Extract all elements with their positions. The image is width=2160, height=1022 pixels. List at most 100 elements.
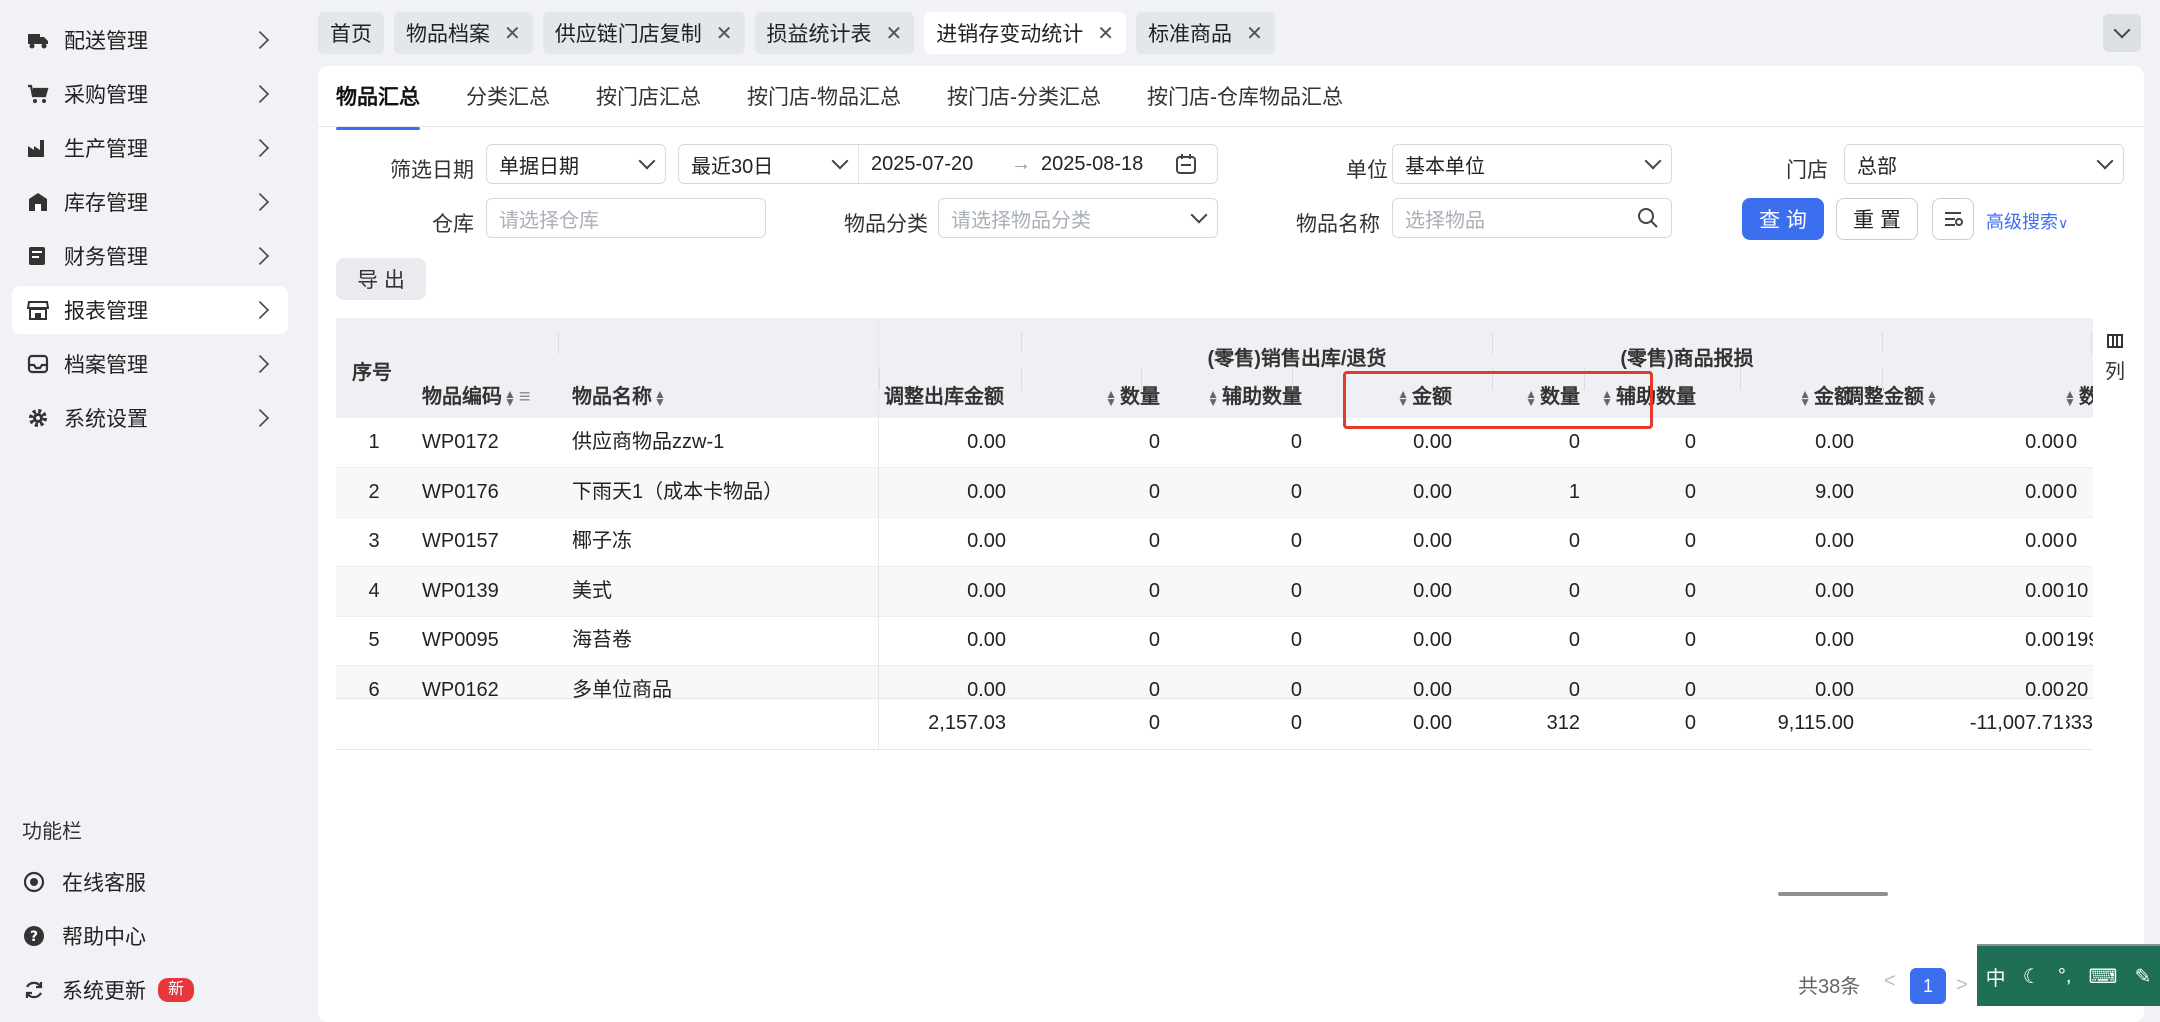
utility-item[interactable]: 系统更新新 xyxy=(22,973,195,1007)
sidebar-item[interactable]: 档案管理 xyxy=(12,340,288,388)
refresh-icon xyxy=(22,978,46,1002)
page-tab[interactable]: 物品档案 ✕ xyxy=(394,12,533,54)
sidebar-item[interactable]: 系统设置 xyxy=(12,394,288,442)
header-divider xyxy=(1740,368,1741,390)
sidebar-item[interactable]: 库存管理 xyxy=(12,178,288,226)
category-select[interactable]: 请选择物品分类 xyxy=(938,198,1218,238)
sidebar-item[interactable]: 生产管理 xyxy=(12,124,288,172)
col-header-damage-amount[interactable]: ▲ ▼ 金额 xyxy=(1726,380,1854,409)
export-button[interactable]: 导 出 xyxy=(336,258,426,300)
chevron-right-icon xyxy=(250,300,270,320)
next-page-icon[interactable]: > xyxy=(1956,974,1968,997)
table-row[interactable]: 3 WP0157 椰子冻 0.00 0 0 0.00 0 0 0.00 0.00 0 xyxy=(336,517,2093,567)
utility-item[interactable]: ? 帮助中心 xyxy=(22,919,146,953)
sidebar-item[interactable]: 配送管理 xyxy=(12,16,288,64)
summary-row: 2,157.03 0 0 0.00 312 0 9,115.00 -11,007… xyxy=(336,698,2093,750)
date-range-picker[interactable]: 最近30日 2025-07-20 → 2025-08-18 xyxy=(678,144,1218,184)
table-cell-c4: 0.00 xyxy=(1413,480,1452,503)
query-button[interactable]: 查 询 xyxy=(1742,198,1824,240)
item-name-input[interactable]: 选择物品 xyxy=(1392,198,1672,238)
col-header-label: 调整金额 xyxy=(1844,386,1924,408)
utility-item[interactable]: 在线客服 xyxy=(22,865,146,899)
page-tab[interactable]: 标准商品 ✕ xyxy=(1136,12,1275,54)
page-tab[interactable]: 首页 xyxy=(318,12,384,54)
table-row[interactable]: 4 WP0139 美式 0.00 0 0 0.00 0 0 0.00 0.00 10 xyxy=(336,566,2093,617)
close-icon[interactable]: ✕ xyxy=(716,21,733,46)
table-cell-c3: 0 xyxy=(1290,480,1302,503)
table-cell-c7: 0.00 xyxy=(1815,579,1854,602)
col-header-sales-aux-qty[interactable]: ▲ ▼ 辅助数量 xyxy=(1176,380,1302,409)
col-header-name[interactable]: 物品名称 ▲ ▼ xyxy=(572,380,669,409)
date-type-select[interactable]: 单据日期 xyxy=(486,144,666,184)
sum-next-qty: 93.8333333 xyxy=(2066,712,2093,734)
sort-icon[interactable]: ▲ ▼ xyxy=(1207,388,1219,408)
table-row[interactable]: 6 WP0162 多单位商品 0.00 0 0 0.00 0 0 0.00 0.00 20 xyxy=(336,665,2093,699)
sidebar-item[interactable]: 财务管理 xyxy=(12,232,288,280)
tabs-dropdown-button[interactable] xyxy=(2103,14,2141,52)
page-tab[interactable]: 进销存变动统计 ✕ xyxy=(924,12,1127,54)
ime-toolbar[interactable]: 中 ☾ °, ⌨ ✎ xyxy=(1977,946,2160,1006)
col-header-sales-qty[interactable]: ▲ ▼ 数量 xyxy=(1076,380,1160,409)
chevron-down-icon xyxy=(831,152,849,170)
table-cell-c4: 0.00 xyxy=(1413,678,1452,699)
sort-icon[interactable]: ▲ ▼ xyxy=(1926,388,1938,408)
wrench-icon[interactable]: ✎ xyxy=(2135,964,2152,989)
page-tab[interactable]: 损益统计表 ✕ xyxy=(754,12,915,54)
range-preset-select[interactable]: 最近30日 xyxy=(679,145,859,183)
close-icon[interactable]: ✕ xyxy=(886,21,903,46)
sidebar-item-label: 档案管理 xyxy=(64,354,148,377)
page-tab[interactable]: 供应链门店复制 ✕ xyxy=(542,12,745,54)
table-cell-c6: 0 xyxy=(1684,530,1696,552)
sort-icon[interactable]: ▲ ▼ xyxy=(2064,388,2076,408)
report-subtab[interactable]: 按门店-分类汇总 xyxy=(947,84,1101,130)
sidebar-item[interactable]: 报表管理 xyxy=(12,286,288,334)
columns-button[interactable]: 列 xyxy=(2095,318,2135,398)
prev-page-icon[interactable]: < xyxy=(1884,970,1896,993)
col-header-code[interactable]: 物品编码 ▲ ▼ ≡ xyxy=(422,380,531,409)
report-subtab[interactable]: 按门店-仓库物品汇总 xyxy=(1147,84,1343,130)
moon-icon[interactable]: ☾ xyxy=(2023,964,2041,989)
date-end[interactable]: 2025-08-18 xyxy=(1041,153,1171,176)
sidebar-item[interactable]: 采购管理 xyxy=(12,70,288,118)
sort-icon[interactable]: ▲ ▼ xyxy=(1105,388,1117,408)
close-icon[interactable]: ✕ xyxy=(504,21,521,46)
table-cell-seq: 5 xyxy=(368,629,380,651)
search-icon[interactable] xyxy=(1637,207,1659,229)
utility-label: 系统更新 xyxy=(62,980,146,1003)
header-divider xyxy=(1292,368,1293,390)
calendar-icon[interactable] xyxy=(1175,153,1197,175)
report-subtab[interactable]: 按门店汇总 xyxy=(596,84,701,130)
table-cell-c2: 0 xyxy=(1148,678,1160,699)
store-select[interactable]: 总部 xyxy=(1844,144,2124,184)
close-icon[interactable]: ✕ xyxy=(1097,21,1114,46)
col-header-next-qty[interactable]: ▲▼数量 xyxy=(2064,380,2093,409)
date-type-value: 单据日期 xyxy=(499,155,579,178)
advanced-search-link[interactable]: 高级搜索∨ xyxy=(1986,208,2068,234)
punct-icon[interactable]: °, xyxy=(2058,965,2072,988)
filter-settings-button[interactable] xyxy=(1932,198,1974,240)
report-subtab[interactable]: 分类汇总 xyxy=(466,84,550,130)
sort-icon[interactable]: ▲ ▼ xyxy=(1799,388,1811,408)
table-row[interactable]: 2 WP0176 下雨天1（成本卡物品） 0.00 0 0 0.00 1 0 9.00 0.00 0 xyxy=(336,467,2093,518)
date-start[interactable]: 2025-07-20 xyxy=(871,153,1001,176)
sort-icon[interactable]: ▲ ▼ xyxy=(654,388,666,408)
close-icon[interactable]: ✕ xyxy=(1246,21,1263,46)
table-cell-c3: 0 xyxy=(1290,530,1302,552)
report-subtab[interactable]: 按门店-物品汇总 xyxy=(747,84,901,130)
sort-icon[interactable]: ▲ ▼ xyxy=(504,388,516,408)
horizontal-scrollbar[interactable] xyxy=(1778,892,1888,896)
unit-select[interactable]: 基本单位 xyxy=(1392,144,1672,184)
keyboard-icon[interactable]: ⌨ xyxy=(2089,964,2118,989)
table-cell-c7: 9.00 xyxy=(1815,480,1854,503)
warehouse-select[interactable]: 请选择仓库 xyxy=(486,198,766,238)
col-header-adj-amount[interactable]: 调整金额 ▲ ▼ xyxy=(1844,380,1941,409)
menu-icon[interactable]: ≡ xyxy=(519,386,531,408)
header-divider xyxy=(558,332,559,354)
pagination-page-current[interactable]: 1 xyxy=(1910,968,1946,1004)
table-row[interactable]: 1 WP0172 供应商物品zzw-1 0.00 0 0 0.00 0 0 0.00 0.00 0 xyxy=(336,418,2093,468)
ime-lang[interactable]: 中 xyxy=(1986,962,2006,991)
table-row[interactable]: 5WP0095海苔卷0.00000.00000.000.001999998 xyxy=(336,616,2093,666)
chevron-right-icon xyxy=(250,30,270,50)
reset-button[interactable]: 重 置 xyxy=(1836,198,1918,240)
report-subtab[interactable]: 物品汇总 xyxy=(336,84,420,130)
